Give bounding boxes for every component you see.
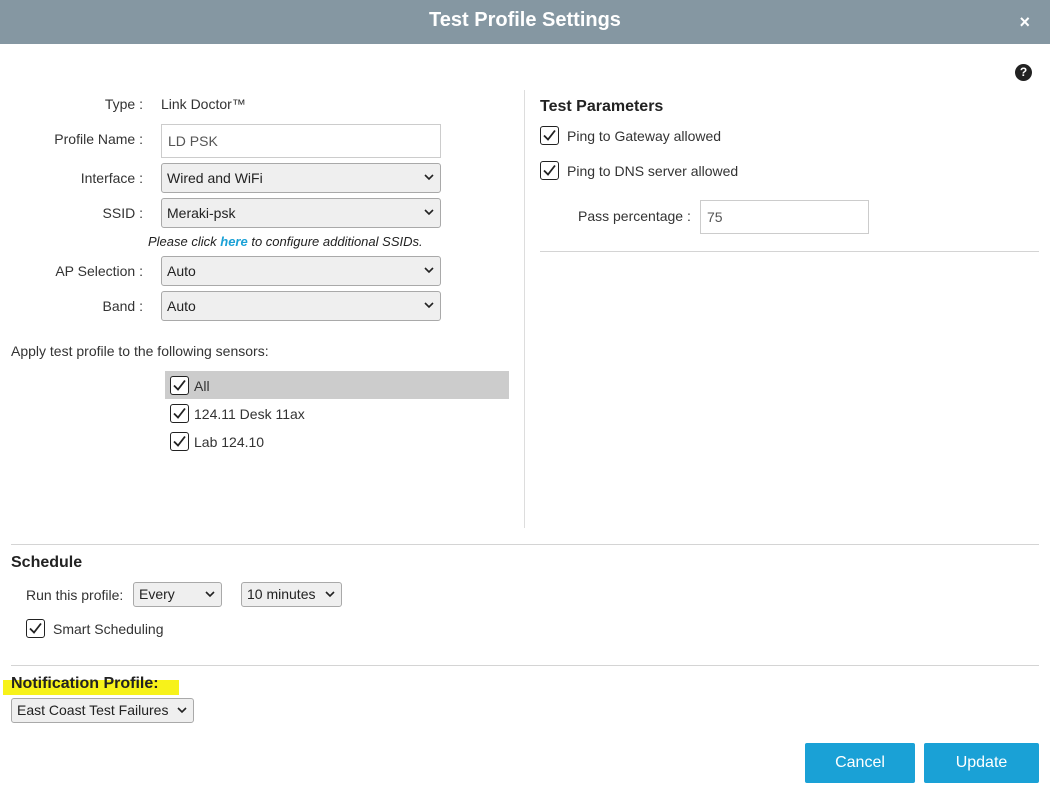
ping-gateway-label: Ping to Gateway allowed [567,128,722,144]
interface-label: Interface : [80,170,143,186]
pass-percentage-label: Pass percentage : [578,208,691,224]
ping-dns-checkbox[interactable] [540,161,559,180]
sensor-label: Lab 124.10 [194,434,265,450]
sensor-all-checkbox[interactable] [170,376,189,395]
type-value: Link Doctor™ [161,96,246,112]
sensor-label: 124.11 Desk 11ax [194,406,305,422]
interval-select[interactable]: 10 minutes [241,582,342,607]
frequency-select[interactable]: Every [133,582,222,607]
checkmark-icon [173,407,186,419]
help-icon[interactable]: ? [1015,64,1032,81]
smart-scheduling-checkbox[interactable] [26,619,45,638]
profile-name-input[interactable]: LD PSK [161,124,441,158]
ssid-select[interactable]: Meraki-psk [161,198,441,228]
dialog-titlebar: Test Profile Settings × [0,0,1050,44]
ssid-note-suffix: to configure additional SSIDs. [247,234,423,249]
notification-profile-select[interactable]: East Coast Test Failures [11,698,194,723]
interval-select-value: 10 minutes [247,586,316,602]
chevron-down-icon [424,199,434,216]
ping-gateway-checkbox[interactable] [540,126,559,145]
band-select[interactable]: Auto [161,291,441,321]
ap-selection-value: Auto [167,263,196,279]
band-label: Band : [102,298,143,314]
chevron-down-icon [325,583,335,598]
sensor-checkbox[interactable] [170,432,189,451]
close-icon[interactable]: × [1019,12,1030,32]
configure-ssids-link[interactable]: here [220,234,247,249]
band-select-value: Auto [167,298,196,314]
chevron-down-icon [424,257,434,274]
notification-divider [11,665,1039,666]
interface-select[interactable]: Wired and WiFi [161,163,441,193]
pass-percentage-input[interactable]: 75 [700,200,869,234]
sensor-all-label: All [194,378,210,394]
cancel-button[interactable]: Cancel [805,743,915,783]
test-parameters-heading: Test Parameters [540,98,664,115]
profile-name-label: Profile Name : [54,131,143,147]
checkmark-icon [173,379,186,391]
checkmark-icon [173,435,186,447]
chevron-down-icon [424,292,434,309]
ping-dns-label: Ping to DNS server allowed [567,163,739,179]
test-parameters-divider [540,251,1039,252]
ssid-label: SSID : [102,205,143,221]
interface-select-value: Wired and WiFi [167,170,263,186]
ssid-note-prefix: Please click [148,234,221,249]
run-profile-label: Run this profile: [26,587,124,603]
ap-selection-select[interactable]: Auto [161,256,441,286]
chevron-down-icon [424,164,434,181]
frequency-select-value: Every [139,586,175,602]
update-button[interactable]: Update [924,743,1039,783]
ap-selection-label: AP Selection : [55,263,143,279]
ssid-select-value: Meraki-psk [167,205,236,221]
checkmark-icon [543,129,556,141]
schedule-divider [11,544,1039,545]
sensor-checkbox[interactable] [170,404,189,423]
notification-heading: Notification Profile: [11,675,159,692]
ssid-note: Please click here to configure additiona… [148,234,423,250]
chevron-down-icon [177,699,187,714]
smart-scheduling-label: Smart Scheduling [53,621,164,637]
sensor-all-row[interactable] [165,371,509,399]
checkmark-icon [543,164,556,176]
column-divider [524,90,525,528]
checkmark-icon [29,622,42,634]
chevron-down-icon [205,583,215,598]
type-label: Type : [104,96,143,112]
dialog-title: Test Profile Settings [429,9,621,31]
notification-profile-value: East Coast Test Failures [17,702,169,718]
schedule-heading: Schedule [11,554,83,571]
sensors-heading: Apply test profile to the following sens… [11,343,269,359]
